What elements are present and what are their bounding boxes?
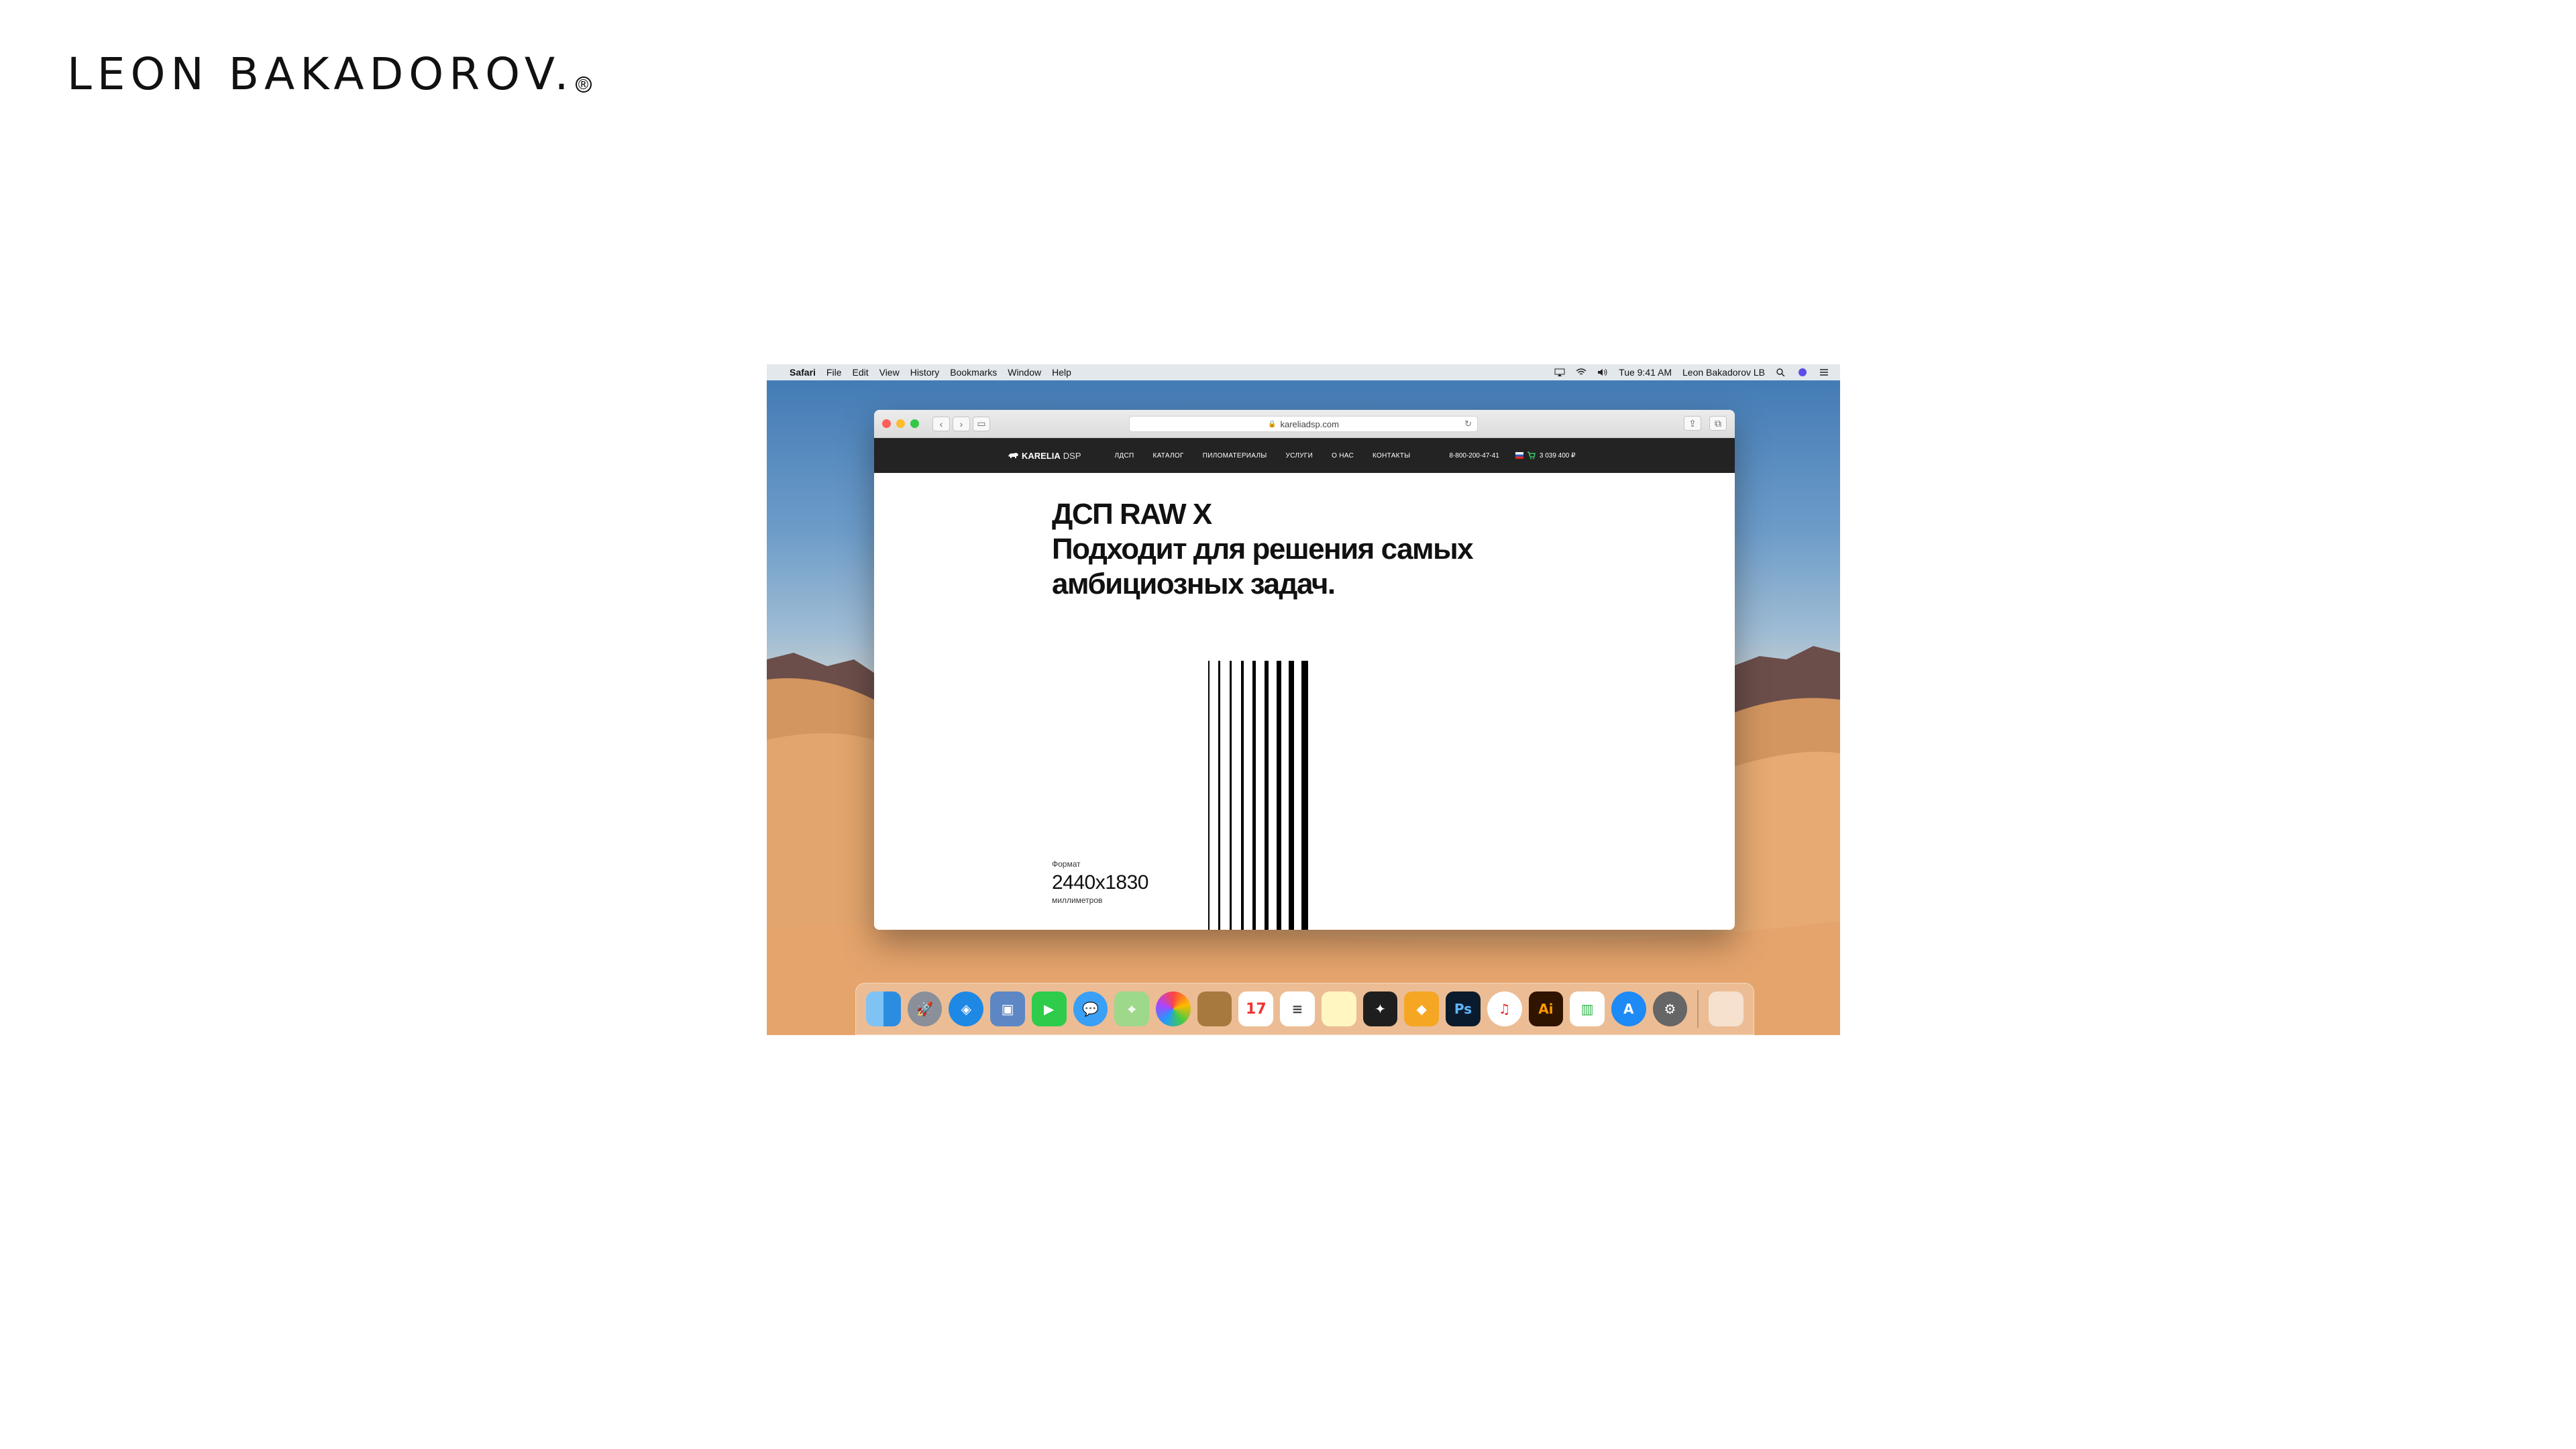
menu-bookmarks[interactable]: Bookmarks <box>950 367 997 378</box>
language-flag-icon[interactable] <box>1515 452 1523 459</box>
maps-icon[interactable]: ⌖ <box>1114 991 1150 1026</box>
format-unit: миллиметров <box>1052 896 1103 905</box>
format-label: Формат <box>1052 859 1081 869</box>
decorative-stripes <box>1208 661 1308 930</box>
numbers-icon[interactable]: ▥ <box>1570 991 1605 1026</box>
hero-headline: ДСП RAW X Подходит для решения самых амб… <box>1052 497 1474 602</box>
menubar-clock[interactable]: Tue 9:41 AM <box>1619 367 1672 378</box>
nav-contacts[interactable]: КОНТАКТЫ <box>1373 452 1410 460</box>
notes-icon[interactable] <box>1197 991 1232 1026</box>
macos-menubar: Safari File Edit View History Bookmarks … <box>767 364 1840 380</box>
airplay-icon[interactable] <box>1554 368 1565 376</box>
sidebar-toggle-icon[interactable]: ▭ <box>973 416 990 431</box>
trash-icon[interactable] <box>1709 991 1744 1026</box>
illustrator-icon[interactable]: Ai <box>1528 991 1564 1026</box>
stripe <box>1230 661 1232 930</box>
stripe <box>1301 661 1308 930</box>
messages-icon[interactable]: 💬 <box>1073 991 1108 1026</box>
menu-edit[interactable]: Edit <box>852 367 868 378</box>
dock-separator <box>1697 990 1699 1028</box>
finder-icon[interactable] <box>866 991 901 1026</box>
menu-view[interactable]: View <box>879 367 900 378</box>
page-content: ДСП RAW X Подходит для решения самых амб… <box>874 473 1735 930</box>
stripe <box>1265 661 1269 930</box>
stripe <box>1241 661 1244 930</box>
safari-icon[interactable]: ◈ <box>949 991 984 1026</box>
notification-center-icon[interactable] <box>1819 368 1829 376</box>
hero-line-3: амбициозных задач. <box>1052 568 1336 600</box>
photos-icon[interactable] <box>1156 991 1191 1026</box>
brand-logo: LEON BAKADOROV. ® <box>67 48 592 100</box>
wifi-icon[interactable] <box>1576 368 1587 376</box>
nav-ldsp[interactable]: ЛДСП <box>1115 452 1134 460</box>
format-value: 2440x1830 <box>1052 871 1148 894</box>
hero-line-2: Подходит для решения самых <box>1052 533 1474 566</box>
siri-icon[interactable] <box>1797 368 1808 376</box>
stripe <box>1208 661 1210 930</box>
figma-icon[interactable]: ✦ <box>1362 991 1398 1026</box>
bear-icon <box>1008 453 1018 458</box>
app-store-icon[interactable]: A <box>1611 991 1646 1026</box>
stickies-icon[interactable] <box>1321 991 1356 1026</box>
menu-safari[interactable]: Safari <box>790 367 816 378</box>
share-icon[interactable]: ⇪ <box>1684 416 1701 431</box>
calendar-icon[interactable]: 17 <box>1238 991 1274 1026</box>
cart-widget[interactable]: 3 039 400 ₽ <box>1515 451 1576 460</box>
hero-line-1: ДСП RAW X <box>1052 498 1212 531</box>
forward-button[interactable]: › <box>953 416 970 431</box>
safari-toolbar: ‹ › ▭ 🔒 kareliadsp.com ↻ ⇪ ⧉ <box>874 410 1735 438</box>
nav-lumber[interactable]: ПИЛОМАТЕРИАЛЫ <box>1203 452 1267 460</box>
nav-catalog[interactable]: КАТАЛОГ <box>1152 452 1183 460</box>
lock-icon: 🔒 <box>1268 420 1277 428</box>
tabs-overview-icon[interactable]: ⧉ <box>1709 416 1727 431</box>
photoshop-label: Ps <box>1454 1001 1472 1017</box>
illustrator-label: Ai <box>1538 1001 1554 1017</box>
url-text: kareliadsp.com <box>1280 419 1339 429</box>
site-logo-main: KARELIA <box>1022 450 1061 461</box>
stripe <box>1252 661 1256 930</box>
itunes-icon[interactable]: ♫ <box>1487 991 1522 1026</box>
menu-history[interactable]: History <box>910 367 940 378</box>
menu-file[interactable]: File <box>826 367 842 378</box>
back-button[interactable]: ‹ <box>932 416 950 431</box>
safari-window: ‹ › ▭ 🔒 kareliadsp.com ↻ ⇪ ⧉ KARELIA DSP… <box>874 410 1735 930</box>
menu-help[interactable]: Help <box>1052 367 1071 378</box>
cart-icon <box>1527 451 1536 460</box>
site-logo-sub: DSP <box>1063 450 1081 461</box>
desktop-mockup: Safari File Edit View History Bookmarks … <box>767 364 1840 1035</box>
menubar-user[interactable]: Leon Bakadorov LB <box>1682 367 1765 378</box>
site-phone[interactable]: 8-800-200-47-41 <box>1449 452 1499 460</box>
site-header: KARELIA DSP ЛДСП КАТАЛОГ ПИЛОМАТЕРИАЛЫ У… <box>874 438 1735 473</box>
brand-name: LEON BAKADOROV. <box>67 48 574 100</box>
photoshop-icon[interactable]: Ps <box>1446 991 1481 1026</box>
sketch-icon[interactable]: ◆ <box>1404 991 1440 1026</box>
search-icon[interactable] <box>1776 368 1786 376</box>
preview-icon[interactable]: ▣ <box>990 991 1025 1026</box>
stripe <box>1218 661 1220 930</box>
volume-icon[interactable] <box>1597 368 1608 376</box>
launchpad-icon[interactable]: 🚀 <box>907 991 943 1026</box>
stripe <box>1277 661 1281 930</box>
stripe <box>1289 661 1294 930</box>
nav-about[interactable]: О НАС <box>1332 452 1354 460</box>
site-logo[interactable]: KARELIA DSP <box>1008 451 1081 461</box>
reload-icon[interactable]: ↻ <box>1464 419 1472 429</box>
facetime-icon[interactable]: ▶ <box>1031 991 1067 1026</box>
menu-window[interactable]: Window <box>1008 367 1041 378</box>
registered-mark: ® <box>575 76 592 93</box>
calendar-day: 17 <box>1246 1000 1267 1018</box>
zoom-button[interactable] <box>910 419 919 428</box>
reminders-icon[interactable]: ≡ <box>1280 991 1315 1026</box>
cart-total: 3 039 400 ₽ <box>1539 451 1576 460</box>
close-button[interactable] <box>882 419 891 428</box>
macos-dock: 🚀 ◈ ▣ ▶ 💬 ⌖ 17 ≡ ✦ ◆ Ps ♫ Ai ▥ A ⚙ <box>855 983 1754 1035</box>
system-preferences-icon[interactable]: ⚙ <box>1652 991 1688 1026</box>
minimize-button[interactable] <box>896 419 905 428</box>
nav-services[interactable]: УСЛУГИ <box>1286 452 1313 460</box>
address-bar[interactable]: 🔒 kareliadsp.com ↻ <box>1129 416 1478 432</box>
